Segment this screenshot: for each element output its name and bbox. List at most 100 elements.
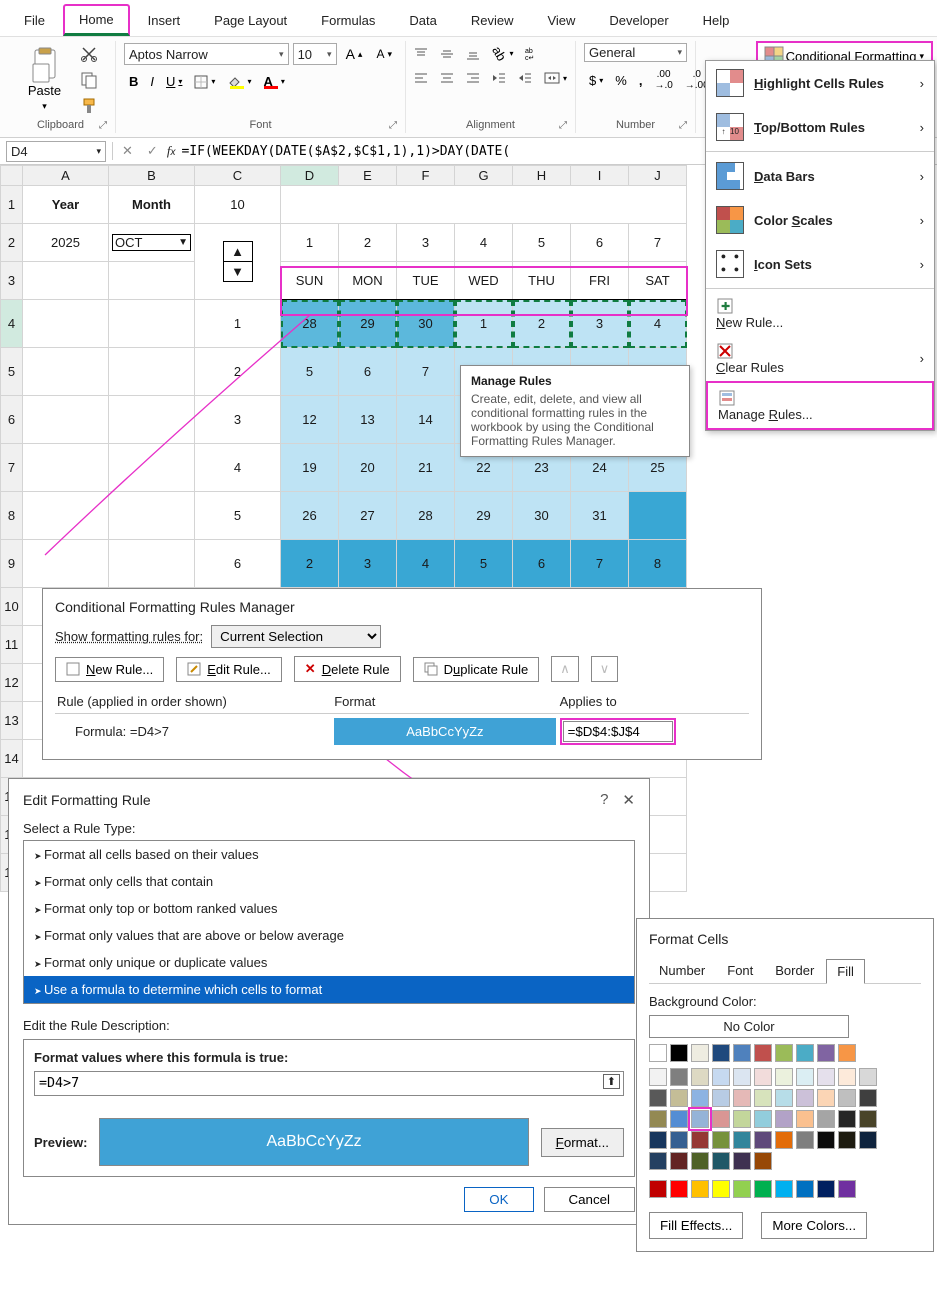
cancel-formula-button[interactable]: ✕ <box>117 140 138 162</box>
copy-button[interactable] <box>76 69 102 91</box>
row-header-2[interactable]: 2 <box>1 224 23 262</box>
cf-top-bottom-rules[interactable]: ↑10Top/Bottom Rules › <box>706 105 934 149</box>
cell-G4[interactable]: 1 <box>455 300 513 348</box>
orientation-button[interactable]: ab▾ <box>487 43 518 64</box>
color-swatch[interactable] <box>754 1044 772 1062</box>
row-header-11[interactable]: 11 <box>1 626 23 664</box>
color-swatch[interactable] <box>691 1068 709 1086</box>
cell-C4[interactable]: 1 <box>195 300 281 348</box>
color-swatch[interactable] <box>838 1180 856 1198</box>
color-swatch[interactable] <box>691 1044 709 1062</box>
cell-E3[interactable]: MON <box>339 262 397 300</box>
cell-A7[interactable] <box>23 444 109 492</box>
col-header-F[interactable]: F <box>397 166 455 186</box>
col-header-D[interactable]: D <box>281 166 339 186</box>
color-swatch[interactable] <box>649 1180 667 1198</box>
cell-F9[interactable]: 4 <box>397 540 455 588</box>
color-swatch[interactable] <box>670 1089 688 1107</box>
color-swatch[interactable] <box>754 1180 772 1198</box>
fc-tab-number[interactable]: Number <box>649 959 715 983</box>
tab-formulas[interactable]: Formulas <box>305 5 391 36</box>
color-swatch[interactable] <box>733 1089 751 1107</box>
color-swatch[interactable] <box>754 1131 772 1149</box>
color-swatch[interactable] <box>649 1089 667 1107</box>
cell-E9[interactable]: 3 <box>339 540 397 588</box>
cfrm-applies-input[interactable] <box>563 721 673 742</box>
color-swatch[interactable] <box>775 1131 793 1149</box>
cell-G2[interactable]: 4 <box>455 224 513 262</box>
align-bottom-button[interactable] <box>461 43 485 64</box>
cfrm-rule-formula[interactable]: Formula: =D4>7 <box>55 714 332 750</box>
cell-G3[interactable]: WED <box>455 262 513 300</box>
align-top-button[interactable] <box>409 43 433 64</box>
cell-D4[interactable]: 28 <box>281 300 339 348</box>
cell-C1[interactable]: 10 <box>195 186 281 224</box>
col-header-J[interactable]: J <box>629 166 687 186</box>
decrease-indent-button[interactable] <box>487 68 511 88</box>
spinner[interactable]: ▲ ▼ <box>195 224 281 300</box>
color-swatch[interactable] <box>796 1044 814 1062</box>
cfrm-move-down-button[interactable]: ∨ <box>591 656 619 682</box>
currency-button[interactable]: $▾ <box>584 66 608 94</box>
row-header-10[interactable]: 10 <box>1 588 23 626</box>
name-box[interactable]: D4▾ <box>6 141 106 162</box>
cell-B1[interactable]: Month <box>109 186 195 224</box>
color-swatch[interactable] <box>733 1152 751 1170</box>
color-swatch[interactable] <box>838 1110 856 1128</box>
font-color-button[interactable]: A▾ <box>258 71 289 92</box>
cell-H3[interactable]: THU <box>513 262 571 300</box>
row-header-7[interactable]: 7 <box>1 444 23 492</box>
help-icon[interactable]: ? <box>600 791 608 809</box>
row-header-6[interactable]: 6 <box>1 396 23 444</box>
efr-format-button[interactable]: Format... <box>541 1128 624 1157</box>
color-swatch[interactable] <box>691 1180 709 1198</box>
color-swatch[interactable] <box>775 1068 793 1086</box>
col-header-G[interactable]: G <box>455 166 513 186</box>
cell-weekdays-header[interactable] <box>281 186 687 224</box>
color-swatch[interactable] <box>712 1068 730 1086</box>
row-header-3[interactable]: 3 <box>1 262 23 300</box>
row-header-1[interactable]: 1 <box>1 186 23 224</box>
color-swatch[interactable] <box>817 1068 835 1086</box>
cut-button[interactable] <box>76 43 102 65</box>
cell-A8[interactable] <box>23 492 109 540</box>
range-picker-icon[interactable]: ⬆ <box>603 1074 620 1089</box>
color-swatch[interactable] <box>817 1089 835 1107</box>
cell-D8[interactable]: 26 <box>281 492 339 540</box>
wrap-text-button[interactable]: abc↵ <box>520 43 546 64</box>
color-swatch[interactable] <box>754 1068 772 1086</box>
tab-help[interactable]: Help <box>687 5 746 36</box>
color-swatch[interactable] <box>670 1131 688 1149</box>
rule-type-3[interactable]: Format only values that are above or bel… <box>24 922 634 949</box>
color-swatch[interactable] <box>817 1044 835 1062</box>
color-swatch[interactable] <box>817 1180 835 1198</box>
cell-F7[interactable]: 21 <box>397 444 455 492</box>
close-icon[interactable]: ✕ <box>622 791 635 809</box>
cfrm-new-rule-button[interactable]: New Rule... <box>55 657 164 682</box>
cell-H4[interactable]: 2 <box>513 300 571 348</box>
color-swatch[interactable] <box>649 1152 667 1170</box>
color-swatch[interactable] <box>733 1131 751 1149</box>
cell-G9[interactable]: 5 <box>455 540 513 588</box>
cell-J4[interactable]: 4 <box>629 300 687 348</box>
fc-tab-fill[interactable]: Fill <box>826 959 865 984</box>
cell-I2[interactable]: 6 <box>571 224 629 262</box>
format-painter-button[interactable] <box>76 95 102 117</box>
efr-cancel-button[interactable]: Cancel <box>544 1187 636 1212</box>
tab-review[interactable]: Review <box>455 5 530 36</box>
color-swatch[interactable] <box>670 1044 688 1062</box>
rule-type-list[interactable]: Format all cells based on their values F… <box>23 840 635 1004</box>
color-swatch[interactable] <box>649 1110 667 1128</box>
color-swatch[interactable] <box>649 1068 667 1086</box>
tab-developer[interactable]: Developer <box>593 5 684 36</box>
enter-formula-button[interactable]: ✓ <box>142 140 163 162</box>
cell-E7[interactable]: 20 <box>339 444 397 492</box>
percent-button[interactable]: % <box>610 66 632 94</box>
rule-type-0[interactable]: Format all cells based on their values <box>24 841 634 868</box>
row-header-8[interactable]: 8 <box>1 492 23 540</box>
cell-D2[interactable]: 1 <box>281 224 339 262</box>
cell-C6[interactable]: 3 <box>195 396 281 444</box>
paste-button[interactable]: Paste ▾ <box>19 43 70 117</box>
cell-D6[interactable]: 12 <box>281 396 339 444</box>
row-header-9[interactable]: 9 <box>1 540 23 588</box>
